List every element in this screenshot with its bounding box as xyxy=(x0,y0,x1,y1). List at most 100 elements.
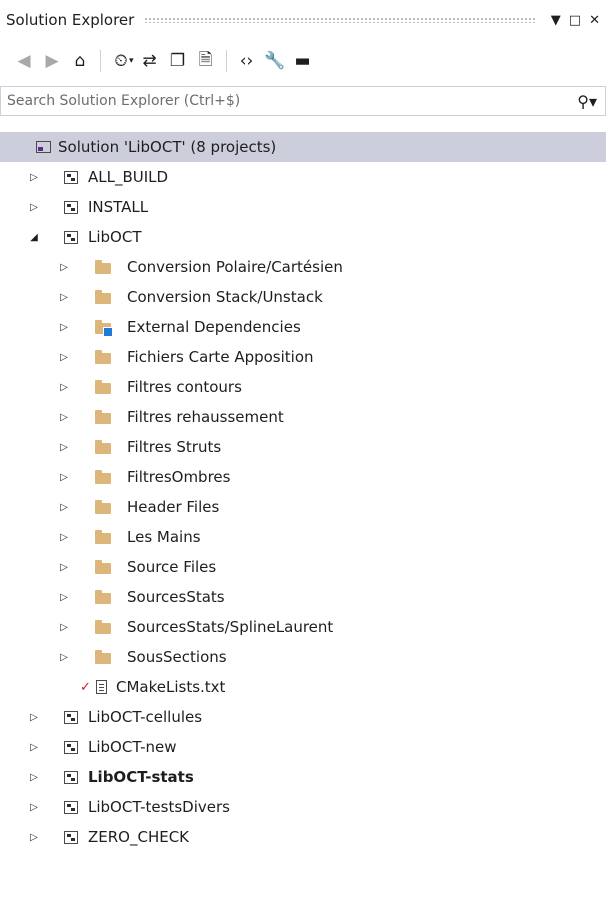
text-file-icon xyxy=(92,679,110,695)
folder-icon xyxy=(94,649,112,665)
tree-row-folder[interactable]: ▷ Header Files xyxy=(0,492,606,522)
folder-label: Filtres contours xyxy=(127,378,242,396)
expand-arrow-icon[interactable]: ▷ xyxy=(58,412,70,423)
folder-label: Fichiers Carte Apposition xyxy=(127,348,314,366)
tree-row-folder[interactable]: ▷ Fichiers Carte Apposition xyxy=(0,342,606,372)
home-icon[interactable]: ⌂ xyxy=(66,47,94,75)
tree-row-folder[interactable]: ▷ Les Mains xyxy=(0,522,606,552)
tree-row-folder[interactable]: ▷ External Dependencies xyxy=(0,312,606,342)
forward-icon[interactable]: ▶ xyxy=(38,47,66,75)
expand-arrow-icon[interactable]: ▷ xyxy=(58,622,70,633)
tree-row-project[interactable]: ▷ ALL_BUILD xyxy=(0,162,606,192)
sync-icon[interactable]: ⇄ xyxy=(136,47,164,75)
expand-arrow-icon[interactable]: ▷ xyxy=(58,292,70,303)
search-icon[interactable]: ⚲▾ xyxy=(577,92,605,111)
folder-icon xyxy=(94,619,112,635)
expand-arrow-icon[interactable]: ▷ xyxy=(28,172,40,183)
tree-row-folder[interactable]: ▷ Source Files xyxy=(0,552,606,582)
folder-label: External Dependencies xyxy=(127,318,301,336)
tree-row-project[interactable]: ▷ LibOCT-new xyxy=(0,732,606,762)
tree-row-folder[interactable]: ▷ SousSections xyxy=(0,642,606,672)
expand-arrow-icon[interactable]: ▷ xyxy=(58,652,70,663)
expand-arrow-icon[interactable]: ▷ xyxy=(28,202,40,213)
collapse-all-icon[interactable]: ❐ xyxy=(164,47,192,75)
folder-label: Filtres rehaussement xyxy=(127,408,284,426)
solution-icon xyxy=(34,139,52,155)
tree-row-folder[interactable]: ▷ Conversion Polaire/Cartésien xyxy=(0,252,606,282)
expand-arrow-icon[interactable]: ▷ xyxy=(58,262,70,273)
expand-arrow-icon[interactable]: ▷ xyxy=(58,472,70,483)
window-controls: ▼ □ ✕ xyxy=(551,13,606,28)
folder-icon xyxy=(94,469,112,485)
expand-arrow-icon[interactable]: ▷ xyxy=(58,352,70,363)
solution-tree: Solution 'LibOCT' (8 projects) ▷ ALL_BUI… xyxy=(0,132,606,852)
folder-icon xyxy=(94,529,112,545)
drag-grip[interactable] xyxy=(144,17,537,23)
expand-arrow-icon[interactable]: ▷ xyxy=(28,832,40,843)
file-label: CMakeLists.txt xyxy=(116,678,226,696)
project-icon xyxy=(62,199,80,215)
startup-project-label: LibOCT-stats xyxy=(88,768,194,786)
folder-label: Conversion Stack/Unstack xyxy=(127,288,323,306)
tree-row-folder[interactable]: ▷ FiltresOmbres xyxy=(0,462,606,492)
tree-row-folder[interactable]: ▷ Conversion Stack/Unstack xyxy=(0,282,606,312)
tree-row-solution[interactable]: Solution 'LibOCT' (8 projects) xyxy=(0,132,606,162)
expand-arrow-icon[interactable]: ▷ xyxy=(28,802,40,813)
tree-row-project[interactable]: ▷ INSTALL xyxy=(0,192,606,222)
maximize-button[interactable]: □ xyxy=(569,13,581,28)
show-all-files-icon[interactable]: 🗎 xyxy=(192,47,220,75)
expand-arrow-icon[interactable]: ▷ xyxy=(58,562,70,573)
tree-row-project-startup[interactable]: ▷ LibOCT-stats xyxy=(0,762,606,792)
toolbar: ◀ ▶ ⌂ ⏲ ▾ ⇄ ❐ 🗎 ‹› 🔧 ▬ xyxy=(0,40,606,82)
tree-row-project[interactable]: ▷ LibOCT-testsDivers xyxy=(0,792,606,822)
view-code-icon[interactable]: ‹› xyxy=(233,47,261,75)
expand-arrow-icon[interactable]: ▷ xyxy=(58,592,70,603)
title-bar: Solution Explorer ▼ □ ✕ xyxy=(0,0,606,40)
tree-row-file[interactable]: ✓ CMakeLists.txt xyxy=(0,672,606,702)
tree-row-folder[interactable]: ▷ Filtres Struts xyxy=(0,432,606,462)
expand-arrow-icon[interactable]: ▷ xyxy=(58,322,70,333)
folder-label: Filtres Struts xyxy=(127,438,222,456)
project-icon xyxy=(62,709,80,725)
preview-icon[interactable]: ▬ xyxy=(289,47,317,75)
expand-arrow-icon[interactable]: ▷ xyxy=(28,712,40,723)
expand-arrow-icon[interactable]: ▷ xyxy=(28,742,40,753)
search-box: ⚲▾ xyxy=(0,86,606,116)
tree-row-folder[interactable]: ▷ SourcesStats xyxy=(0,582,606,612)
window-position-dropdown-button[interactable]: ▼ xyxy=(551,13,561,28)
search-input[interactable] xyxy=(1,92,578,110)
properties-icon[interactable]: 🔧 xyxy=(261,47,289,75)
toolbar-separator xyxy=(225,50,227,72)
panel-title: Solution Explorer xyxy=(6,11,135,29)
project-label: ALL_BUILD xyxy=(88,168,169,186)
tree-row-project-expanded[interactable]: ◢ LibOCT xyxy=(0,222,606,252)
tree-row-folder[interactable]: ▷ Filtres contours xyxy=(0,372,606,402)
tree-row-project[interactable]: ▷ LibOCT-cellules xyxy=(0,702,606,732)
close-button[interactable]: ✕ xyxy=(589,13,600,28)
project-icon xyxy=(62,799,80,815)
folder-label: Conversion Polaire/Cartésien xyxy=(127,258,343,276)
expand-arrow-icon[interactable]: ▷ xyxy=(58,502,70,513)
expand-arrow-icon[interactable]: ▷ xyxy=(28,772,40,783)
tree-row-folder[interactable]: ▷ SourcesStats/SplineLaurent xyxy=(0,612,606,642)
tree-row-folder[interactable]: ▷ Filtres rehaussement xyxy=(0,402,606,432)
collapse-arrow-icon[interactable]: ◢ xyxy=(28,232,40,243)
folder-icon xyxy=(94,439,112,455)
tree-row-project[interactable]: ▷ ZERO_CHECK xyxy=(0,822,606,852)
filter-dropdown-icon[interactable]: ▾ xyxy=(129,56,134,66)
folder-label: SourcesStats xyxy=(127,588,225,606)
folder-icon xyxy=(94,289,112,305)
folder-icon xyxy=(94,499,112,515)
folder-label: Les Mains xyxy=(127,528,201,546)
folder-label: Header Files xyxy=(127,498,220,516)
git-checkmark-icon: ✓ xyxy=(80,679,91,695)
solution-label: Solution 'LibOCT' (8 projects) xyxy=(58,138,277,156)
expand-arrow-icon[interactable]: ▷ xyxy=(58,382,70,393)
folder-label: FiltresOmbres xyxy=(127,468,231,486)
project-label: LibOCT xyxy=(88,228,142,246)
folder-label: SousSections xyxy=(127,648,227,666)
back-icon[interactable]: ◀ xyxy=(10,47,38,75)
expand-arrow-icon[interactable]: ▷ xyxy=(58,442,70,453)
expand-arrow-icon[interactable]: ▷ xyxy=(58,532,70,543)
project-icon xyxy=(62,769,80,785)
